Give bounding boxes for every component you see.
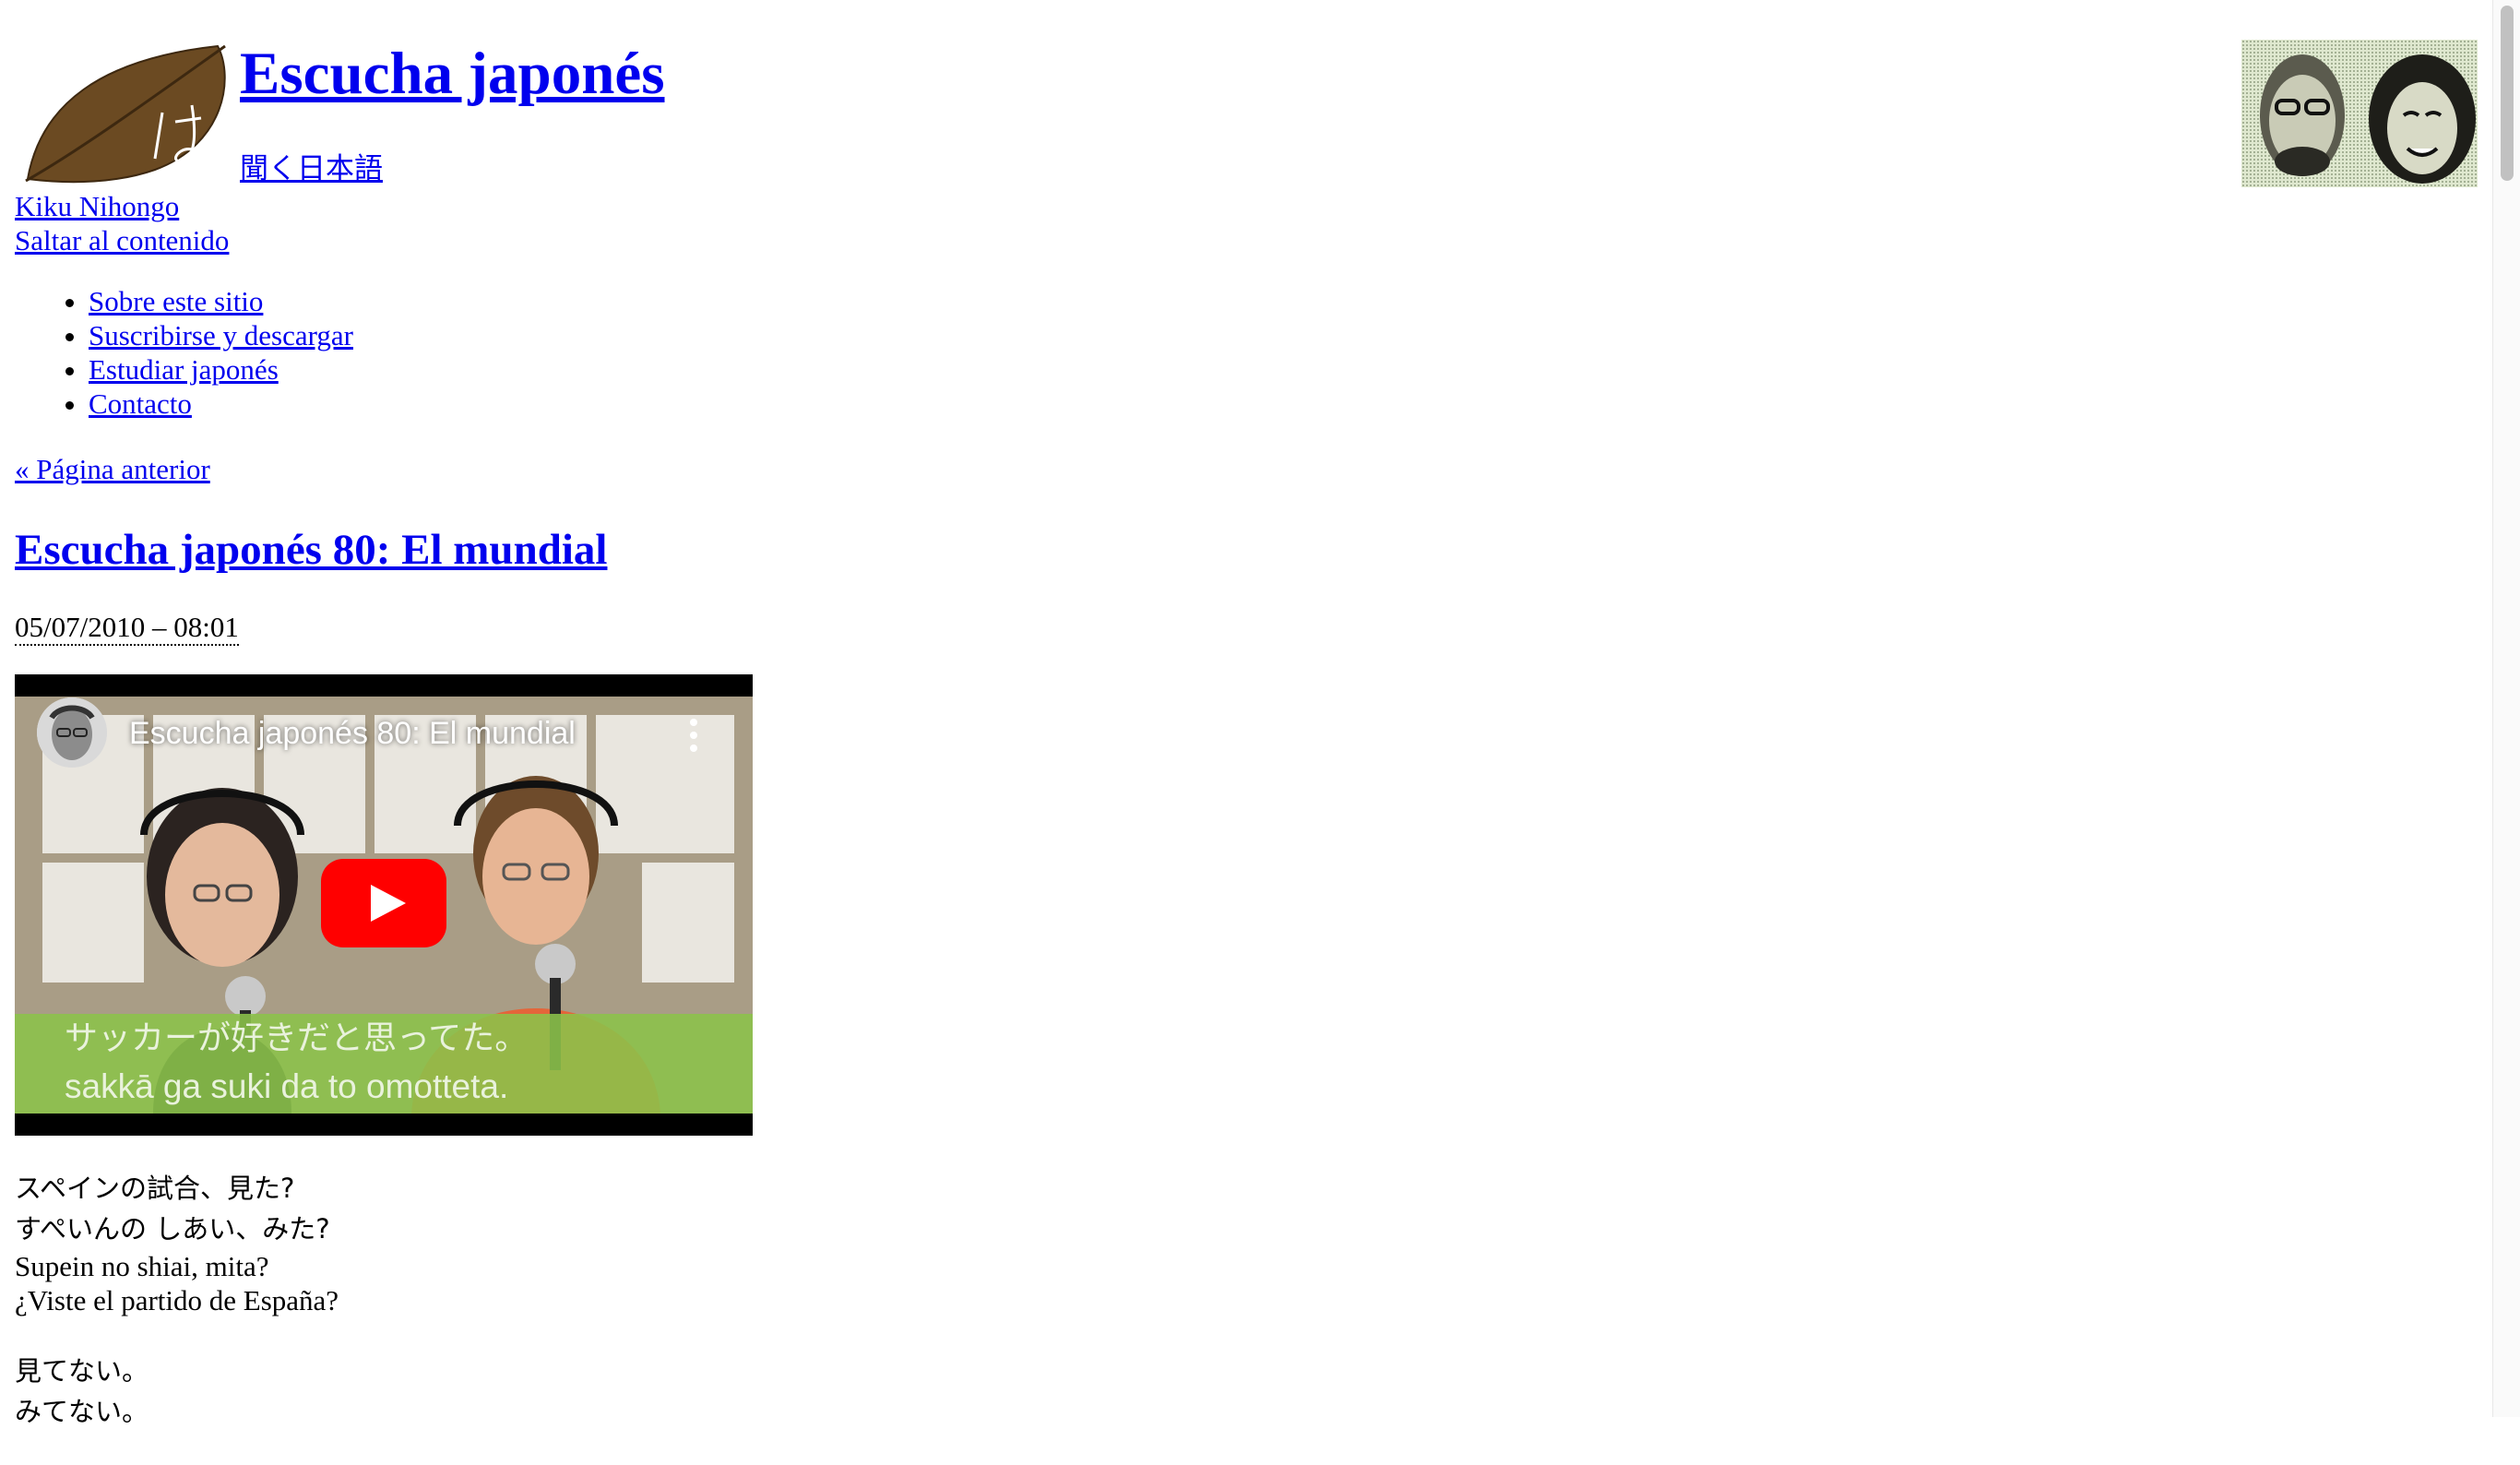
page-scrollbar[interactable]: [2492, 0, 2520, 1417]
nav-link-study[interactable]: Estudiar japonés: [89, 353, 279, 386]
youtube-play-icon[interactable]: [321, 859, 446, 947]
channel-avatar-icon[interactable]: [37, 697, 107, 768]
nav-item-contact: Contacto: [89, 387, 353, 421]
nav-item-subscribe: Suscribirse y descargar: [89, 318, 353, 352]
previous-page-link[interactable]: « Página anterior: [15, 453, 210, 486]
video-subtitle-romaji: sakkā ga suki da to omotteta.: [65, 1067, 509, 1105]
line-spanish: ¿Viste el partido de España?: [15, 1284, 339, 1316]
youtube-video-embed[interactable]: Escucha japonés 80: El mundial サッカーが好きだと…: [15, 674, 753, 1136]
site-title-link[interactable]: Escucha japonés: [240, 41, 665, 107]
post-date: 05/07/2010 – 08:01: [15, 611, 239, 646]
line-kana: すぺいんの しあい、みた?: [15, 1213, 330, 1245]
leaf-ha-logo-icon: [17, 41, 238, 185]
line-kanji: 見てない。: [15, 1355, 149, 1387]
skip-to-content-link[interactable]: Saltar al contenido: [15, 224, 229, 257]
video-subtitle-jp: サッカーが好きだと思ってた。: [65, 1019, 529, 1057]
site-logo-link[interactable]: [17, 41, 238, 185]
kiku-nihongo-link[interactable]: Kiku Nihongo: [15, 190, 179, 223]
nav-item-study: Estudiar japonés: [89, 352, 353, 387]
main-nav: Sobre este sitio Suscribirse y descargar…: [0, 284, 353, 421]
post-title-link[interactable]: Escucha japonés 80: El mundial: [15, 526, 607, 574]
line-kanji: スペインの試合、見た?: [15, 1173, 295, 1204]
nav-link-subscribe[interactable]: Suscribirse y descargar: [89, 319, 353, 351]
line-romaji: Supein no shiai, mita?: [15, 1250, 269, 1282]
scrollbar-thumb[interactable]: [2501, 6, 2514, 181]
more-vert-icon[interactable]: [675, 715, 712, 756]
dialogue-line: スペインの試合、見た? すぺいんの しあい、みた? Supein no shia…: [15, 1168, 1122, 1317]
site-title: Escucha japonés: [240, 33, 665, 114]
dialogue-line: 見てない。 みてない。: [15, 1351, 1122, 1432]
nav-link-about[interactable]: Sobre este sitio: [89, 285, 263, 317]
video-title[interactable]: Escucha japonés 80: El mundial: [129, 715, 576, 752]
hosts-portrait-icon: [2241, 40, 2478, 187]
site-subtitle-jp-link[interactable]: 聞く日本語: [240, 152, 383, 185]
post-title: Escucha japonés 80: El mundial: [15, 518, 607, 581]
line-kana: みてない。: [15, 1396, 149, 1427]
dialogue: スペインの試合、見た? すぺいんの しあい、みた? Supein no shia…: [15, 1168, 1122, 1465]
nav-item-about: Sobre este sitio: [89, 284, 353, 318]
nav-link-contact[interactable]: Contacto: [89, 387, 192, 420]
